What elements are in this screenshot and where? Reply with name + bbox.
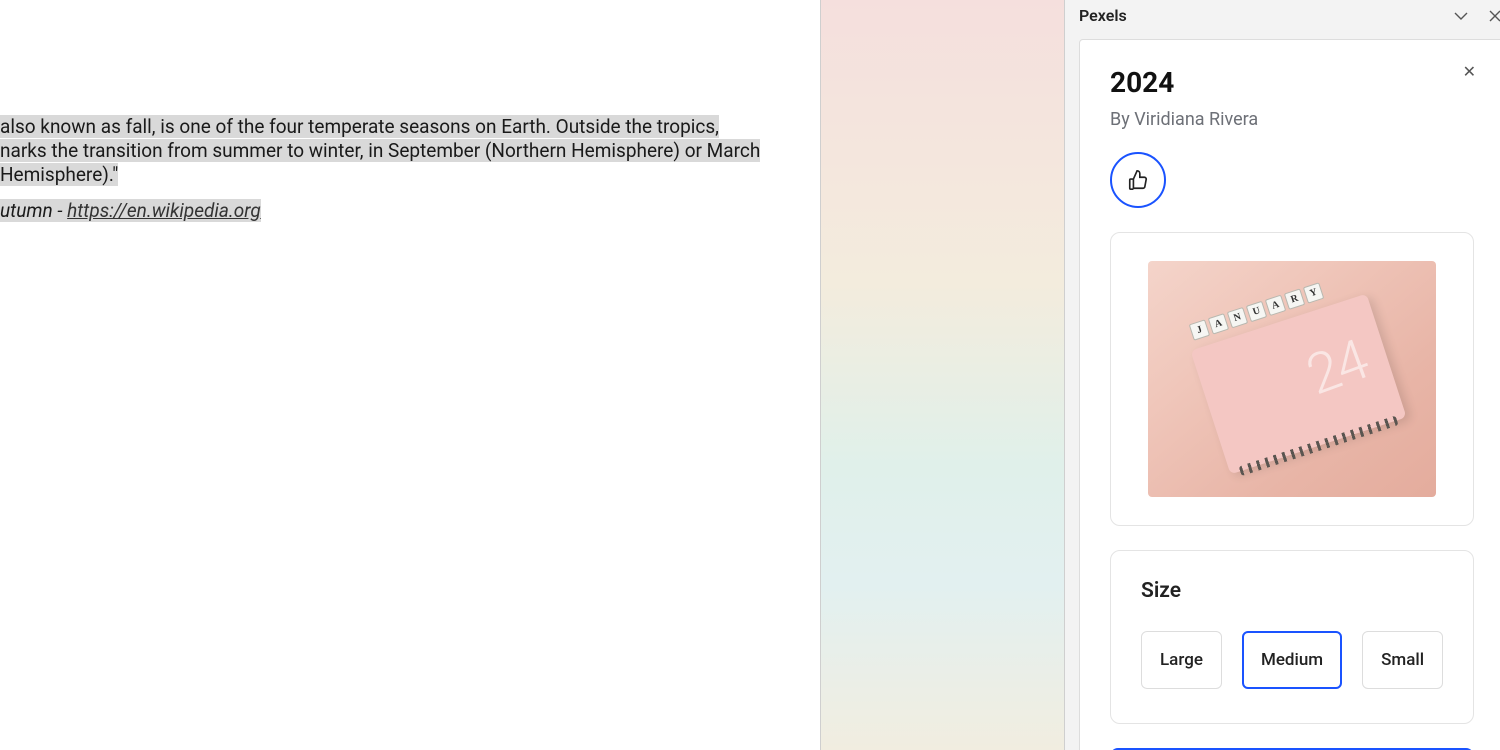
panel-close-icon[interactable]: ✕ xyxy=(1463,64,1476,80)
photo-title: 2024 xyxy=(1110,66,1474,99)
size-options: Large Medium Small xyxy=(1141,631,1443,689)
size-option-small[interactable]: Small xyxy=(1362,631,1443,689)
photo-byline: By Viridiana Rivera xyxy=(1110,109,1474,130)
photo-thumbnail[interactable]: 24 JANUARY xyxy=(1148,261,1436,497)
sidebar-header: Pexels xyxy=(1065,0,1500,31)
doc-line-3[interactable]: Hemisphere)." xyxy=(0,163,118,186)
thumb-big-number: 24 xyxy=(1298,326,1375,408)
chevron-down-icon[interactable] xyxy=(1453,8,1469,24)
close-icon[interactable] xyxy=(1487,8,1500,24)
doc-line-1[interactable]: also known as fall, is one of the four t… xyxy=(0,115,719,138)
document-citation: utumn - https://en.wikipedia.org xyxy=(0,199,820,223)
size-selector-card: Size Large Medium Small xyxy=(1110,550,1474,724)
citation-link[interactable]: https://en.wikipedia.org xyxy=(67,199,261,222)
doc-line-2[interactable]: narks the transition from summer to wint… xyxy=(0,139,760,162)
document-area: also known as fall, is one of the four t… xyxy=(0,0,820,750)
size-option-medium[interactable]: Medium xyxy=(1242,631,1342,689)
thumbs-up-icon xyxy=(1127,169,1149,191)
document-paragraph: also known as fall, is one of the four t… xyxy=(0,115,820,187)
size-option-large[interactable]: Large xyxy=(1141,631,1222,689)
pexels-sidebar: Pexels ✕ 2024 By Viridiana Rivera xyxy=(1064,0,1500,750)
photo-detail-panel: ✕ 2024 By Viridiana Rivera 24 JANUARY xyxy=(1079,39,1500,750)
like-button[interactable] xyxy=(1110,152,1166,208)
size-heading: Size xyxy=(1141,579,1443,603)
page-margin-strip xyxy=(820,0,1064,750)
panel-wrapper: ✕ 2024 By Viridiana Rivera 24 JANUARY xyxy=(1065,31,1500,750)
citation-prefix[interactable]: utumn - xyxy=(0,199,67,222)
photo-preview-card: 24 JANUARY xyxy=(1110,232,1474,526)
sidebar-title: Pexels xyxy=(1079,6,1127,25)
